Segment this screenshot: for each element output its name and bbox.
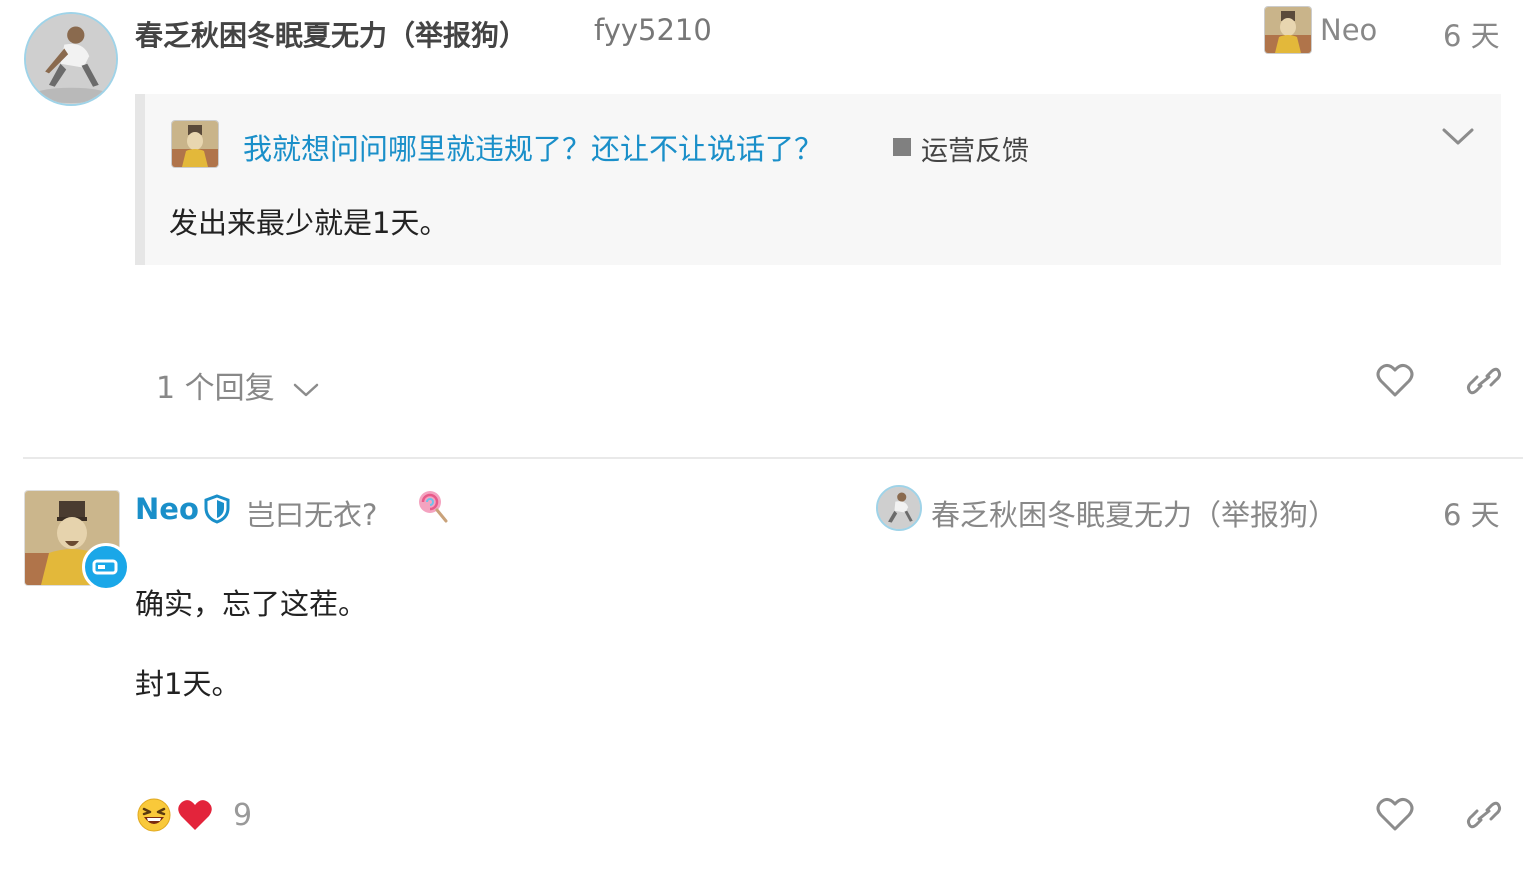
reply-to-username[interactable]: Neo [1320,13,1377,47]
reply-to-username[interactable]: 春乏秋困冬眠夏无力（举报狗） [931,492,1337,534]
quoted-post: 我就想问问哪里就违规了？还让不让说话了？ 运营反馈 发出来最少就是1天。 [135,94,1501,265]
replies-toggle-button[interactable]: 1 个回复 [156,363,320,407]
post-time[interactable]: 6 天 [1443,13,1500,55]
reply-to-avatar[interactable] [1264,6,1312,54]
topic-posts: 春乏秋困冬眠夏无力（举报狗） fyy5210 Neo 6 天 我就想问问哪里就违… [0,0,1530,879]
category-name[interactable]: 运营反馈 [921,129,1029,168]
post-paragraph: 确实，忘了这茬。 [135,587,368,621]
red-heart-emoji-icon[interactable] [177,798,213,836]
post-author-name[interactable]: Neo [135,492,199,526]
quote-author-avatar[interactable] [171,120,219,168]
user-title: 岂曰无衣? [246,498,378,532]
post-paragraph: 封1天。 [135,667,241,701]
post-author-name[interactable]: 春乏秋困冬眠夏无力（举报狗） [135,14,527,54]
lollipop-icon [415,488,449,528]
post-author-handle[interactable]: fyy5210 [594,13,712,47]
replies-count-label: 1 个回复 [156,371,275,406]
user-avatar-chunfa[interactable] [24,12,118,106]
like-heart-icon[interactable] [1376,362,1414,398]
reaction-count[interactable]: 9 [233,798,252,833]
post-time[interactable]: 6 天 [1443,492,1500,534]
chevron-down-icon [292,372,320,407]
chevron-down-icon[interactable] [1441,126,1475,148]
laughing-emoji-icon[interactable] [136,797,172,837]
quoted-topic-title[interactable]: 我就想问问哪里就违规了？还让不让说话了？ [243,126,823,168]
share-link-icon[interactable] [1466,798,1502,832]
user-flair-badge [82,543,130,591]
moderator-shield-icon [203,494,231,528]
reply-to-avatar[interactable] [876,485,922,531]
post-divider [23,457,1523,459]
share-link-icon[interactable] [1466,364,1502,398]
like-heart-icon[interactable] [1376,796,1414,832]
category-badge [893,138,911,156]
quoted-text: 发出来最少就是1天。 [169,206,449,240]
